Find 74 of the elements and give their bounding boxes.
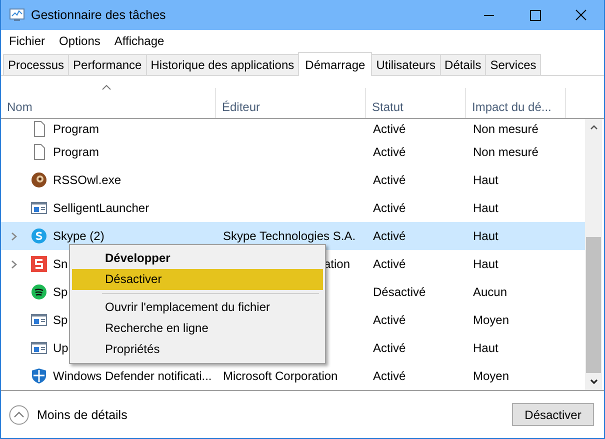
menu-item[interactable]: Affichage [114,34,164,48]
scrollbar[interactable] [585,119,602,390]
impact-text: Moyen [473,313,510,327]
context-menu-item[interactable]: Recherche en ligne [72,318,323,339]
row-name: Sn [53,257,68,271]
disable-button[interactable]: Désactiver [512,403,594,426]
impact-text: Non mesuré [473,145,538,159]
owl-icon [31,172,47,188]
row-name: Program [53,122,100,136]
impact-text: Aucun [473,285,508,299]
impact-text: Haut [473,229,498,243]
menu-item[interactable]: Options [59,34,100,48]
publisher-text: Skype Technologies S.A. [223,229,356,243]
impact-text: Haut [473,257,498,271]
context-menu-item[interactable]: Désactiver [72,269,323,290]
impact-text: Moyen [473,369,510,383]
shield-icon [31,368,47,384]
row-name: SelligentLauncher [53,201,150,215]
chevron-icon[interactable] [11,260,17,268]
skype-icon [31,228,47,244]
tab[interactable]: Historique des applications [146,54,300,75]
context-menu-item[interactable]: Ouvrir l'emplacement du fichier [72,297,323,318]
tab[interactable]: Utilisateurs [371,54,441,75]
collapse-icon[interactable] [9,404,29,424]
task-manager-icon [9,8,25,22]
impact-text: Haut [473,173,498,187]
row-name: Sp [53,285,68,299]
row-name: Sp [53,313,68,327]
scroll-down-icon[interactable] [590,379,598,384]
menu-item[interactable]: Fichier [9,34,46,48]
window-title: Gestionnaire des tâches [31,8,167,22]
status-text: Activé [373,313,406,327]
fewer-details-link[interactable]: Moins de détails [37,408,504,422]
status-text: Désactivé [373,285,426,299]
scroll-up-icon[interactable] [590,125,598,130]
window-icon [31,312,47,328]
impact-text: Non mesuré [473,122,538,136]
tab[interactable]: Performance [68,54,147,75]
status-text: Activé [373,229,406,243]
status-text: Activé [373,257,406,271]
status-text: Activé [373,145,406,159]
scroll-thumb[interactable] [586,237,601,373]
tab[interactable]: Services [485,54,542,75]
tab[interactable]: Détails [440,54,486,75]
impact-text: Haut [473,341,498,355]
status-text: Activé [373,341,406,355]
column-header[interactable]: Statut [366,88,466,118]
status-text: Activé [373,173,406,187]
row-name: Up [53,341,68,355]
row-name: Program [53,145,100,159]
column-header[interactable]: Nom [1,88,216,118]
row-name: Windows Defender notificati... [53,369,212,383]
sort-caret-icon [102,85,111,90]
context-menu-item[interactable]: Propriétés [72,339,323,360]
impact-text: Haut [473,201,498,215]
spotify-icon [31,284,47,300]
publisher-text: Microsoft Corporation [223,369,338,383]
row-name: Skype (2) [53,229,104,243]
status-text: Activé [373,122,406,136]
tab[interactable]: Processus [3,54,70,75]
context-menu-item[interactable]: Développer [72,248,323,269]
row-name: RSSOwl.exe [53,173,122,187]
file-icon [31,144,47,160]
column-header[interactable]: Impact du dé... [466,88,566,118]
chevron-icon[interactable] [11,232,17,240]
column-header[interactable]: Éditeur [216,88,366,118]
selected-row[interactable]: Skype (2) Skype Technologies S.A. Activé Haut [1,222,585,250]
window-icon [31,340,47,356]
status-text: Activé [373,369,406,383]
s-letter-icon [31,256,47,272]
status-text: Activé [373,201,406,215]
window-icon [31,200,47,216]
tab[interactable]: Démarrage [298,52,372,76]
file-icon [31,120,47,136]
